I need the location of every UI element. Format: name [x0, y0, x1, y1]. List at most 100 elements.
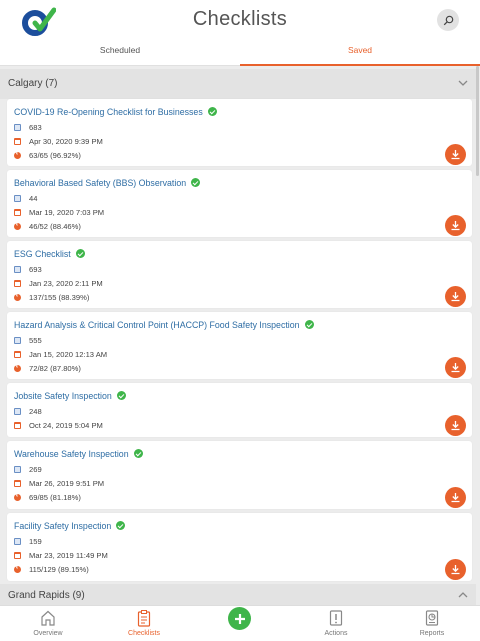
nav-label: Overview	[33, 630, 63, 637]
checklist-date: Mar 23, 2019 11:49 PM	[29, 551, 108, 560]
download-button[interactable]	[445, 415, 466, 436]
progress-pie-icon	[14, 223, 21, 230]
checklist-progress: 63/65 (96.92%)	[29, 151, 81, 160]
chevron-down-icon	[458, 80, 468, 86]
checklist-date: Mar 26, 2019 9:51 PM	[29, 479, 105, 488]
checklist-card[interactable]: ESG Checklist 693 Jan 23, 2020 2:11 PM 1…	[7, 241, 472, 308]
download-button[interactable]	[445, 559, 466, 580]
download-icon	[451, 221, 460, 231]
checklist-title[interactable]: Warehouse Safety Inspection	[14, 449, 143, 459]
checklist-progress: 46/52 (88.46%)	[29, 222, 81, 231]
calendar-icon	[14, 480, 21, 487]
checklist-id: 44	[29, 194, 38, 203]
nav-overview[interactable]: Overview	[0, 606, 96, 641]
tab-bar: Scheduled Saved	[0, 40, 480, 66]
checklist-id: 555	[29, 336, 42, 345]
calendar-icon	[14, 552, 21, 559]
reports-icon	[425, 610, 439, 626]
download-icon	[451, 363, 460, 373]
checklist-title-text: Behavioral Based Safety (BBS) Observatio…	[14, 178, 187, 188]
checklist-title-text: Warehouse Safety Inspection	[14, 449, 129, 459]
checklist-date: Jan 15, 2020 12:13 AM	[29, 350, 108, 359]
clipboard-icon	[137, 610, 151, 627]
download-icon	[451, 565, 460, 575]
checklist-progress: 115/129 (89.15%)	[29, 565, 89, 574]
download-button[interactable]	[445, 215, 466, 236]
chevron-up-icon	[458, 592, 468, 598]
id-card-icon	[14, 466, 21, 473]
calendar-icon	[14, 209, 21, 216]
completed-check-icon	[133, 449, 143, 458]
checklist-progress: 72/82 (87.80%)	[29, 364, 81, 373]
checklist-card[interactable]: Jobsite Safety Inspection 248 Oct 24, 20…	[7, 383, 472, 437]
checklist-title[interactable]: ESG Checklist	[14, 249, 85, 259]
tab-scheduled[interactable]: Scheduled	[0, 40, 240, 66]
group-header-calgary[interactable]: Calgary (7)	[0, 69, 476, 99]
download-button[interactable]	[445, 144, 466, 165]
calendar-icon	[14, 280, 21, 287]
checklist-card[interactable]: Facility Safety Inspection 159 Mar 23, 2…	[7, 513, 472, 581]
plus-icon	[234, 613, 245, 624]
checklist-id: 693	[29, 265, 42, 274]
nav-label: Actions	[324, 630, 348, 637]
nav-actions[interactable]: Actions	[288, 606, 384, 641]
checklist-card[interactable]: Hazard Analysis & Critical Control Point…	[7, 312, 472, 379]
id-card-icon	[14, 408, 21, 415]
checklist-title[interactable]: Facility Safety Inspection	[14, 521, 126, 531]
checklist-title-text: COVID-19 Re-Opening Checklist for Busine…	[14, 107, 203, 117]
checklist-progress: 69/85 (81.18%)	[29, 493, 81, 502]
app-header: Checklists	[0, 0, 480, 40]
id-card-icon	[14, 124, 21, 131]
checklist-date: Jan 23, 2020 2:11 PM	[29, 279, 103, 288]
completed-check-icon	[207, 107, 217, 116]
checklist-date: Oct 24, 2019 5:04 PM	[29, 421, 103, 430]
add-checklist-button[interactable]	[228, 607, 251, 630]
download-button[interactable]	[445, 357, 466, 378]
progress-pie-icon	[14, 152, 21, 159]
download-icon	[451, 493, 460, 503]
checklist-title[interactable]: Behavioral Based Safety (BBS) Observatio…	[14, 178, 201, 188]
download-icon	[451, 292, 460, 302]
search-button[interactable]	[437, 9, 459, 31]
nav-label: Checklists	[128, 630, 160, 637]
checklist-title-text: Hazard Analysis & Critical Control Point…	[14, 320, 300, 330]
calendar-icon	[14, 351, 21, 358]
checklist-progress: 137/155 (88.39%)	[29, 293, 90, 302]
home-icon	[41, 610, 55, 626]
page-title: Checklists	[192, 8, 288, 30]
checklist-card[interactable]: Behavioral Based Safety (BBS) Observatio…	[7, 170, 472, 237]
id-card-icon	[14, 266, 21, 273]
id-card-icon	[14, 195, 21, 202]
nav-checklists[interactable]: Checklists	[96, 606, 192, 641]
actions-icon	[329, 610, 343, 626]
group-title: Calgary (7)	[8, 78, 58, 89]
completed-check-icon	[116, 391, 126, 400]
tab-saved[interactable]: Saved	[240, 40, 480, 66]
scrollbar[interactable]	[476, 66, 479, 176]
download-icon	[451, 150, 460, 160]
nav-label: Reports	[419, 630, 445, 637]
checklist-title[interactable]: Jobsite Safety Inspection	[14, 391, 126, 401]
nav-reports[interactable]: Reports	[384, 606, 480, 641]
id-card-icon	[14, 337, 21, 344]
completed-check-icon	[191, 178, 201, 187]
calendar-icon	[14, 422, 21, 429]
download-button[interactable]	[445, 286, 466, 307]
progress-pie-icon	[14, 566, 21, 573]
checklist-card[interactable]: Warehouse Safety Inspection 269 Mar 26, …	[7, 441, 472, 509]
completed-check-icon	[116, 521, 126, 530]
checklist-title[interactable]: Hazard Analysis & Critical Control Point…	[14, 320, 314, 330]
completed-check-icon	[304, 320, 314, 329]
checklist-title-text: Facility Safety Inspection	[14, 521, 112, 531]
checklist-id: 683	[29, 123, 42, 132]
checklist-card[interactable]: COVID-19 Re-Opening Checklist for Busine…	[7, 99, 472, 166]
checklist-date: Apr 30, 2020 9:39 PM	[29, 137, 103, 146]
id-card-icon	[14, 538, 21, 545]
download-icon	[451, 421, 460, 431]
download-button[interactable]	[445, 487, 466, 508]
checklist-title[interactable]: COVID-19 Re-Opening Checklist for Busine…	[14, 107, 217, 117]
checklist-title-text: ESG Checklist	[14, 249, 71, 259]
group-title: Grand Rapids (9)	[8, 590, 85, 601]
group-header-grand-rapids[interactable]: Grand Rapids (9)	[0, 584, 476, 605]
search-icon	[443, 15, 453, 25]
